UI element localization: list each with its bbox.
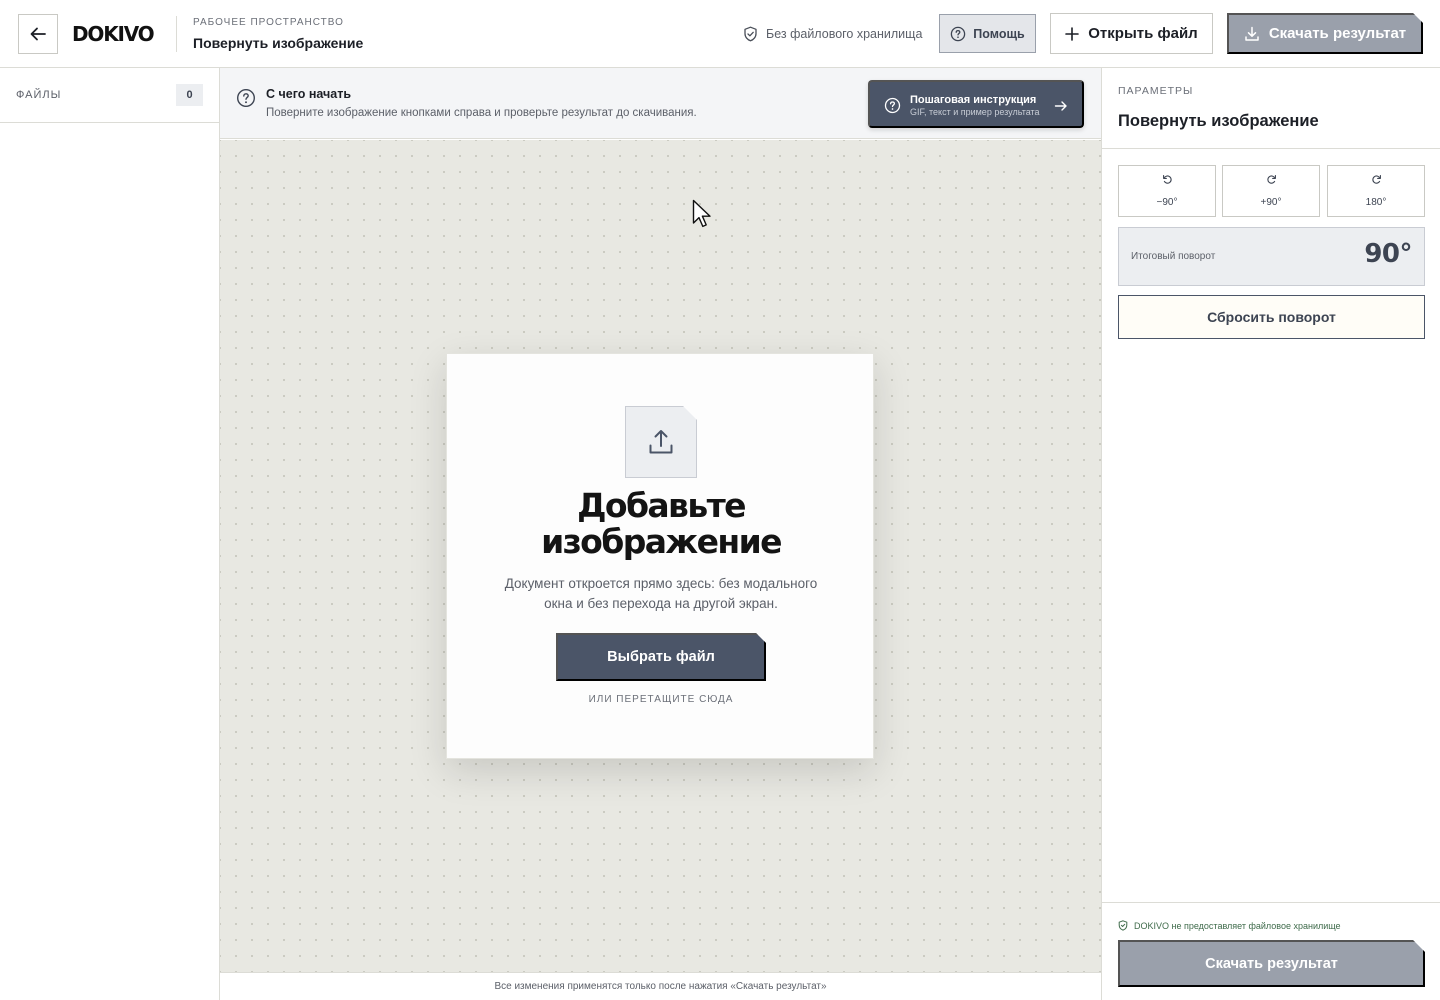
top-bar: DOKIVO РАБОЧЕЕ ПРОСТРАНСТВО Повернуть из…: [0, 0, 1440, 68]
open-file-label: Открыть файл: [1088, 25, 1198, 42]
arrow-right-icon: [1054, 101, 1067, 111]
upload-card[interactable]: Добавьте изображение Документ откроется …: [446, 353, 874, 759]
upload-icon: [647, 428, 675, 456]
drop-zone-canvas[interactable]: Добавьте изображение Документ откроется …: [220, 140, 1101, 972]
upload-description: Документ откроется прямо здесь: без мода…: [491, 574, 831, 614]
help-circle-icon: [236, 88, 256, 108]
download-result-label: Скачать результат: [1268, 25, 1407, 42]
reset-rotation-button[interactable]: Сбросить поворот: [1118, 295, 1425, 339]
logo[interactable]: DOKIVO: [72, 22, 155, 46]
help-circle-icon: [951, 26, 966, 41]
storage-note-text: Без файлового хранилища: [766, 27, 923, 41]
files-header: ФАЙЛЫ 0: [0, 68, 219, 123]
mouse-cursor-icon: [692, 199, 711, 228]
parameters-footer: DOKIVO не предоставляет файловое хранили…: [1102, 902, 1440, 1000]
parameters-caption: ПАРАМЕТРЫ: [1118, 85, 1194, 97]
rotate-cw-icon: [1266, 175, 1276, 184]
getting-started-bar: С чего начать Поверните изображение кноп…: [220, 68, 1101, 139]
upload-heading: Добавьте изображение: [447, 488, 875, 560]
header-divider: [176, 16, 177, 52]
download-result-button[interactable]: Скачать результат: [1227, 13, 1423, 54]
rotate-180-button[interactable]: 180°: [1327, 165, 1425, 217]
step-guide-button[interactable]: Пошаговая инструкция GIF, текст и пример…: [868, 80, 1084, 128]
help-button-label: Помощь: [973, 26, 1025, 41]
upload-heading-line2: изображение: [541, 522, 782, 561]
step-guide-title: Пошаговая инструкция: [910, 94, 1037, 106]
arrow-left-icon: [30, 27, 46, 41]
back-button[interactable]: [18, 14, 58, 54]
total-rotation-label: Итоговый поворот: [1131, 251, 1216, 262]
upload-heading-line1: Добавьте: [577, 486, 746, 525]
parameters-panel: ПАРАМЕТРЫ Повернуть изображение −90° +90…: [1101, 68, 1440, 1000]
rotate-plus-90-label: +90°: [1260, 197, 1282, 208]
rotate-ccw-icon: [1162, 175, 1172, 184]
rotate-plus-90-button[interactable]: +90°: [1222, 165, 1320, 217]
upload-description-line2: окна и без перехода на другой экран.: [544, 596, 778, 611]
files-count-badge: 0: [176, 84, 203, 106]
bottom-note-bar: Все изменения применятся только после на…: [220, 972, 1101, 1000]
storage-note: Без файлового хранилища: [743, 26, 922, 42]
no-storage-note-text: DOKIVO не предоставляет файловое хранили…: [1134, 920, 1341, 931]
rotate-minus-90-label: −90°: [1156, 197, 1178, 208]
files-label: ФАЙЛЫ: [16, 89, 62, 101]
apply-changes-note: Все изменения применятся только после на…: [494, 981, 827, 992]
rotate-minus-90-button[interactable]: −90°: [1118, 165, 1216, 217]
plus-icon: [1065, 26, 1080, 41]
total-rotation-box: Итоговый поворот 90°: [1118, 227, 1425, 286]
parameters-title: Повернуть изображение: [1118, 112, 1319, 130]
upload-description-line1: Документ откроется прямо здесь: без мода…: [504, 576, 818, 591]
page-title: Повернуть изображение: [193, 35, 364, 51]
help-button[interactable]: Помощь: [939, 14, 1036, 53]
open-file-button[interactable]: Открыть файл: [1050, 13, 1213, 54]
shield-check-icon: [1118, 920, 1128, 931]
workspace-area: С чего начать Поверните изображение кноп…: [220, 68, 1101, 1000]
parameters-header: ПАРАМЕТРЫ Повернуть изображение: [1102, 68, 1440, 149]
getting-started-title: С чего начать: [266, 87, 352, 101]
workspace-caption: РАБОЧЕЕ ПРОСТРАНСТВО: [193, 17, 344, 28]
no-storage-note: DOKIVO не предоставляет файловое хранили…: [1118, 920, 1341, 931]
download-icon: [1244, 26, 1260, 42]
step-guide-subtitle: GIF, текст и пример результата: [910, 107, 1040, 117]
download-result-bottom-button[interactable]: Скачать результат: [1118, 940, 1425, 987]
files-sidebar: ФАЙЛЫ 0: [0, 68, 220, 1000]
rotate-cw-icon: [1371, 175, 1381, 184]
total-rotation-value: 90°: [1364, 239, 1412, 269]
rotate-180-label: 180°: [1365, 197, 1387, 208]
choose-file-button[interactable]: Выбрать файл: [556, 633, 766, 681]
upload-icon-box: [625, 406, 697, 478]
getting-started-text: Поверните изображение кнопками справа и …: [266, 107, 697, 119]
drag-drop-hint: ИЛИ ПЕРЕТАЩИТЕ СЮДА: [588, 694, 734, 705]
help-circle-icon: [884, 97, 901, 114]
shield-check-icon: [744, 26, 757, 42]
